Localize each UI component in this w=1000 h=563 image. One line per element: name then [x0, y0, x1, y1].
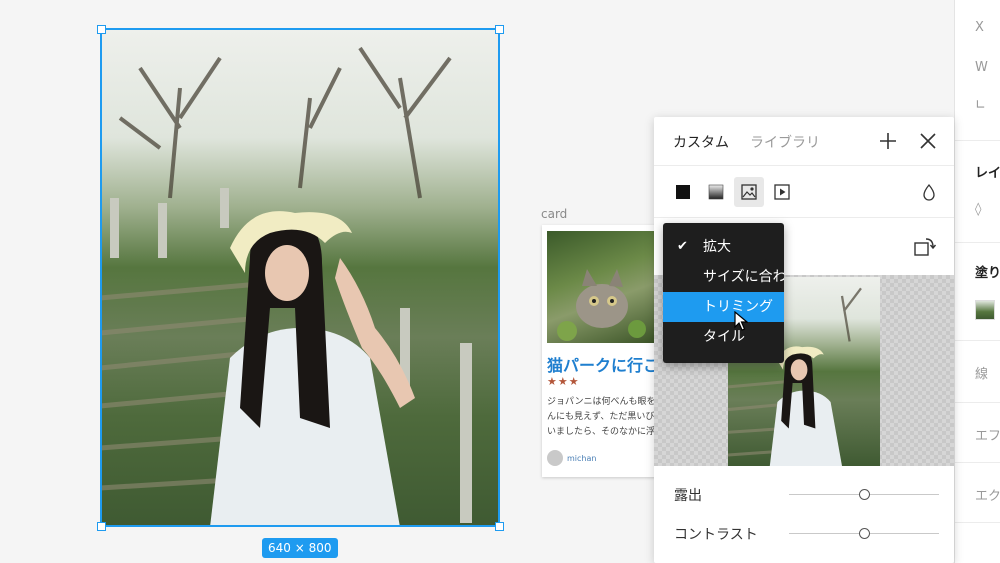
frame-label-card[interactable]: card: [541, 207, 567, 221]
menu-item-fit[interactable]: サイズに合わせる: [663, 262, 784, 292]
solid-fill-icon: [676, 185, 690, 199]
gradient-fill-icon: [708, 184, 724, 200]
exposure-slider-thumb[interactable]: [858, 489, 870, 500]
effects-section-title[interactable]: エフ: [975, 425, 1000, 444]
mouse-cursor-icon: [734, 311, 748, 331]
tab-custom[interactable]: カスタム: [673, 132, 729, 152]
rotate-icon[interactable]: [912, 234, 938, 260]
drop-icon: [923, 183, 935, 201]
fill-type-selector: [654, 167, 954, 218]
w-field-label[interactable]: W: [975, 60, 988, 75]
inspector-panel: X W ∟ レイ ◊ 塗り 線 エフ エク: [954, 0, 1000, 563]
card-frame[interactable]: 猫パークに行こ ★★★ ジョパンニは何べんも眼を んにも見えず、ただ黒いび いま…: [542, 225, 657, 477]
card-text-line: んにも見えず、ただ黒いび: [547, 412, 655, 422]
cat-illustration: [557, 269, 646, 341]
card-author-name: michan: [567, 454, 597, 463]
card-image: [547, 231, 657, 343]
card-rating-stars: ★★★: [547, 375, 580, 388]
add-icon[interactable]: [876, 129, 900, 153]
contrast-slider-row: コントラスト: [654, 514, 954, 552]
card-text-line: いましたら、そのなかに浮: [547, 427, 656, 437]
image-fill-button[interactable]: [734, 177, 764, 207]
contrast-label: コントラスト: [674, 527, 758, 543]
menu-item-label: 拡大: [703, 239, 731, 255]
check-icon: ✔: [677, 239, 688, 254]
size-badge: 640 × 800: [262, 538, 338, 558]
exposure-slider-row: 露出: [654, 475, 954, 513]
selected-photo[interactable]: [100, 28, 500, 527]
menu-item-label: サイズに合わせる: [703, 269, 784, 285]
export-section-title[interactable]: エク: [975, 485, 1000, 504]
solid-fill-button[interactable]: [668, 177, 698, 207]
image-fill-icon: [741, 184, 757, 200]
photo-illustration: [100, 46, 472, 527]
rotation-field-label[interactable]: ∟: [975, 98, 986, 113]
stroke-section-title[interactable]: 線: [975, 363, 988, 382]
card-text-line: ジョパンニは何べんも眼を: [547, 397, 656, 407]
fill-popover-header: カスタム ライブラリ: [654, 117, 954, 166]
author-avatar: [547, 450, 563, 466]
card-title: 猫パークに行こ: [547, 356, 657, 375]
blend-mode-button[interactable]: [914, 177, 944, 207]
menu-item-tile[interactable]: タイル: [663, 322, 784, 352]
layer-opacity-icon[interactable]: ◊: [975, 202, 981, 217]
fill-image-thumbnail[interactable]: [975, 300, 995, 320]
video-fill-icon: [774, 184, 790, 200]
close-icon[interactable]: [916, 129, 940, 153]
video-fill-button[interactable]: [767, 177, 797, 207]
fill-section-title: 塗り: [975, 266, 1000, 281]
layer-section-title: レイ: [975, 166, 1000, 181]
menu-item-crop[interactable]: トリミング: [663, 292, 784, 322]
image-scale-mode-menu: ✔ 拡大 サイズに合わせる トリミング タイル: [663, 223, 784, 363]
card-body-text: ジョパンニは何べんも眼を んにも見えず、ただ黒いび いましたら、そのなかに浮: [547, 395, 657, 440]
tab-library[interactable]: ライブラリ: [750, 132, 820, 152]
x-field-label[interactable]: X: [975, 20, 984, 35]
exposure-label: 露出: [674, 488, 702, 504]
menu-item-label: タイル: [703, 329, 745, 345]
menu-item-fill[interactable]: ✔ 拡大: [663, 232, 784, 262]
contrast-slider-thumb[interactable]: [858, 528, 870, 539]
gradient-fill-button[interactable]: [701, 177, 731, 207]
